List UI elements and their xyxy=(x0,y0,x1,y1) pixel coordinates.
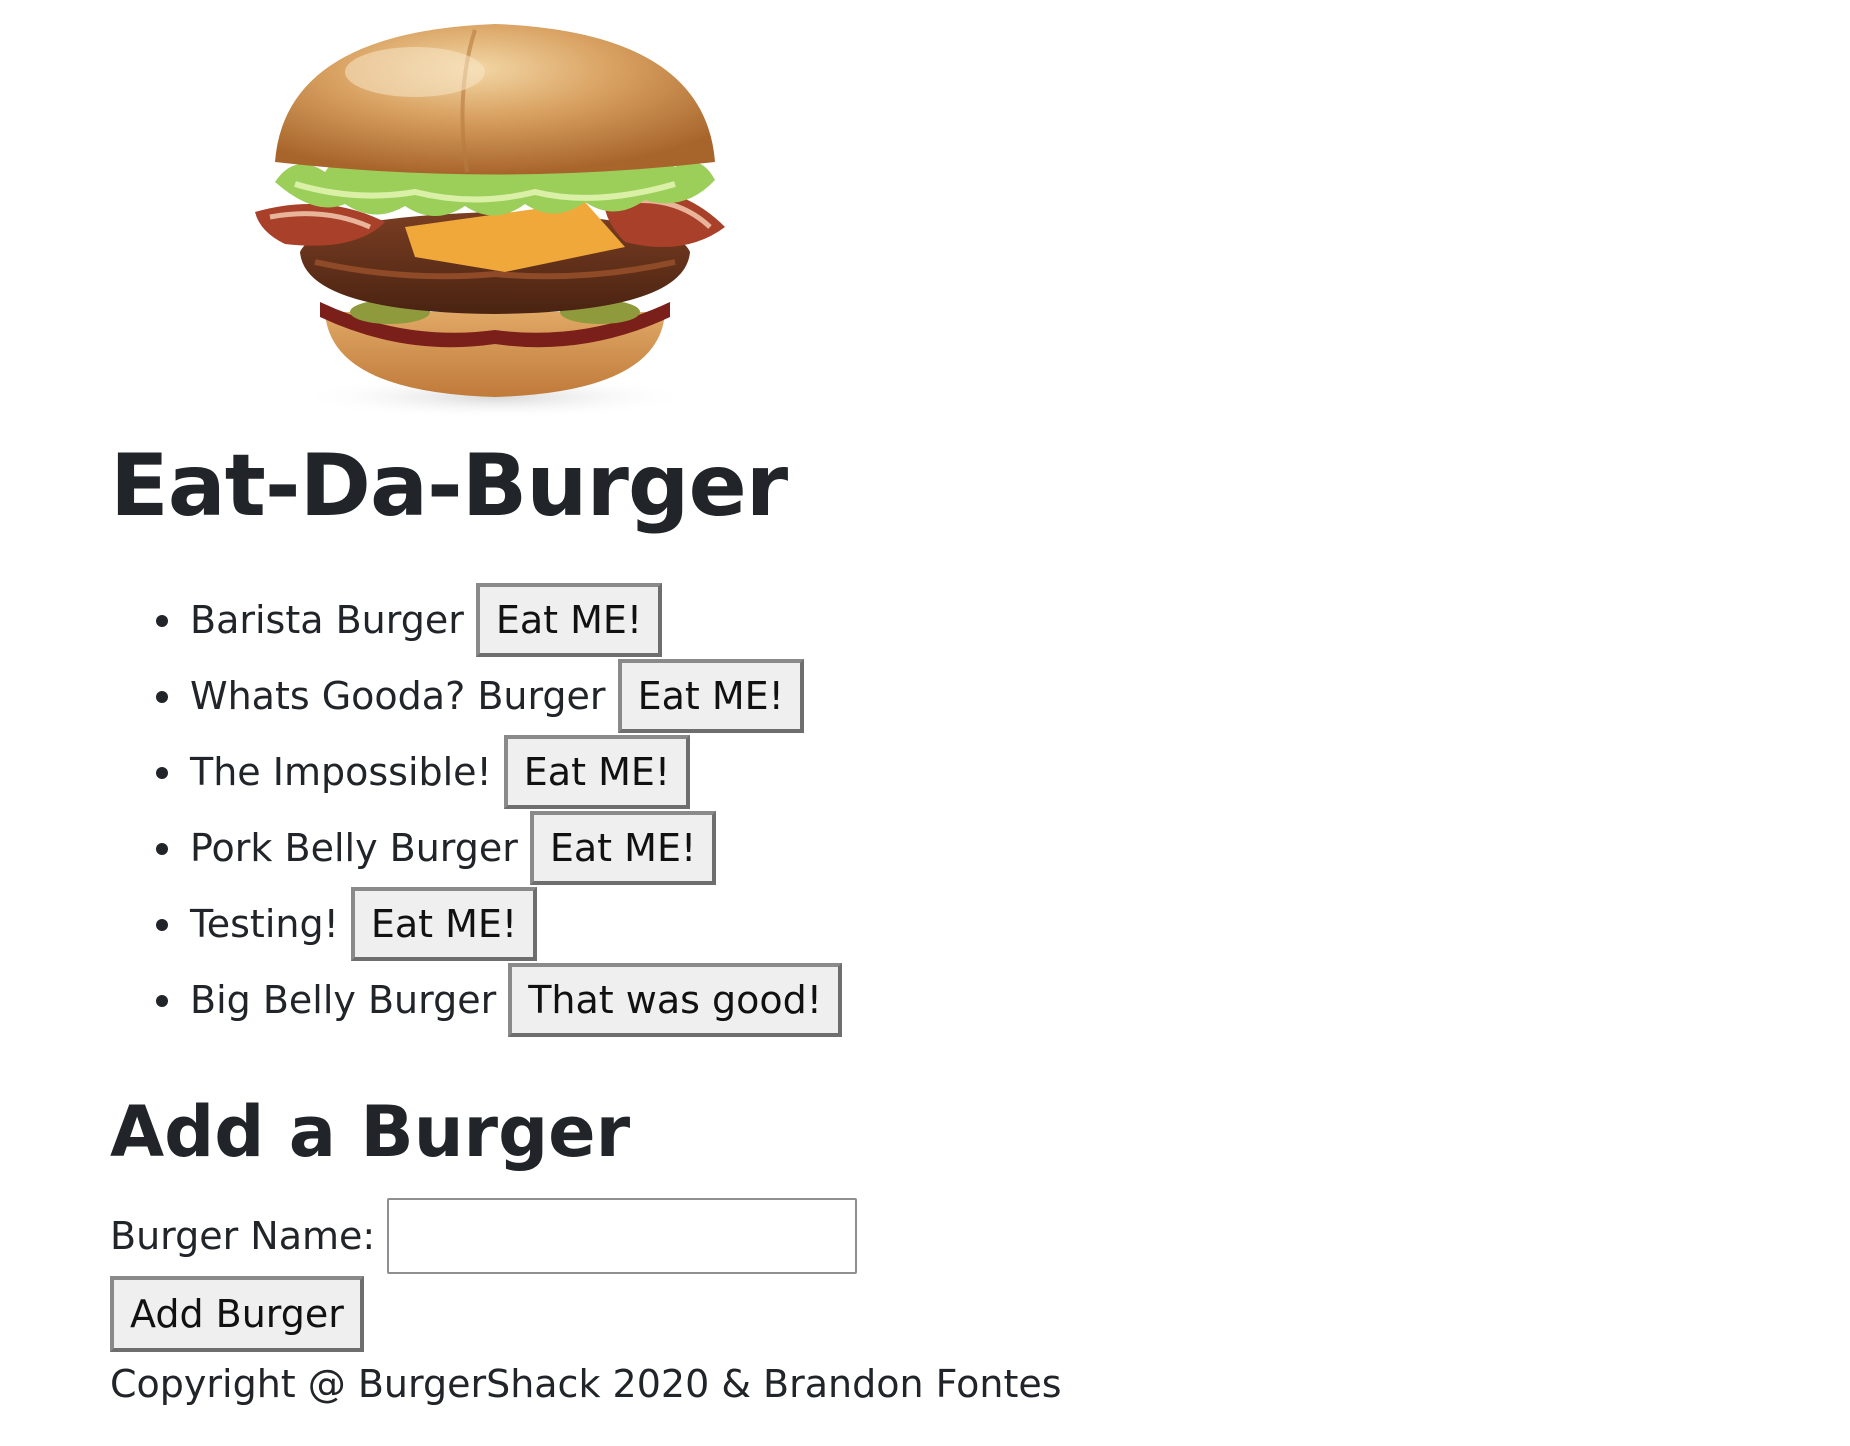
burger-name: Whats Gooda? Burger xyxy=(190,674,606,718)
eat-me-button[interactable]: Eat ME! xyxy=(503,735,691,809)
page-title: Eat-Da-Burger xyxy=(110,436,788,536)
burger-name: Pork Belly Burger xyxy=(190,826,518,870)
burger-name-label: Burger Name: xyxy=(110,1214,376,1258)
burger-name-input[interactable] xyxy=(387,1198,858,1274)
list-item: Barista Burger Eat ME! xyxy=(156,582,842,658)
list-item: The Impossible! Eat ME! xyxy=(156,734,842,810)
eat-me-button[interactable]: Eat ME! xyxy=(475,583,663,657)
add-burger-button[interactable]: Add Burger xyxy=(110,1276,364,1352)
list-item: Whats Gooda? Burger Eat ME! xyxy=(156,658,842,734)
list-item: Testing! Eat ME! xyxy=(156,886,842,962)
burger-name: Barista Burger xyxy=(190,598,464,642)
that-was-good-button[interactable]: That was good! xyxy=(508,963,842,1037)
burger-name-row: Burger Name: xyxy=(110,1198,858,1274)
eat-me-button[interactable]: Eat ME! xyxy=(350,887,538,961)
burger-list: Barista Burger Eat ME! Whats Gooda? Burg… xyxy=(110,582,842,1038)
burger-name: Big Belly Burger xyxy=(190,978,497,1022)
burger-name: The Impossible! xyxy=(190,750,492,794)
burger-name: Testing! xyxy=(190,902,339,946)
eat-me-button[interactable]: Eat ME! xyxy=(617,659,804,733)
copyright-footer: Copyright @ BurgerShack 2020 & Brandon F… xyxy=(110,1362,1062,1406)
list-item: Big Belly Burger That was good! xyxy=(156,962,842,1038)
list-item: Pork Belly Burger Eat ME! xyxy=(156,810,842,886)
add-burger-heading: Add a Burger xyxy=(110,1091,631,1173)
eat-me-button[interactable]: Eat ME! xyxy=(529,811,717,885)
burger-hero-image xyxy=(205,12,785,422)
